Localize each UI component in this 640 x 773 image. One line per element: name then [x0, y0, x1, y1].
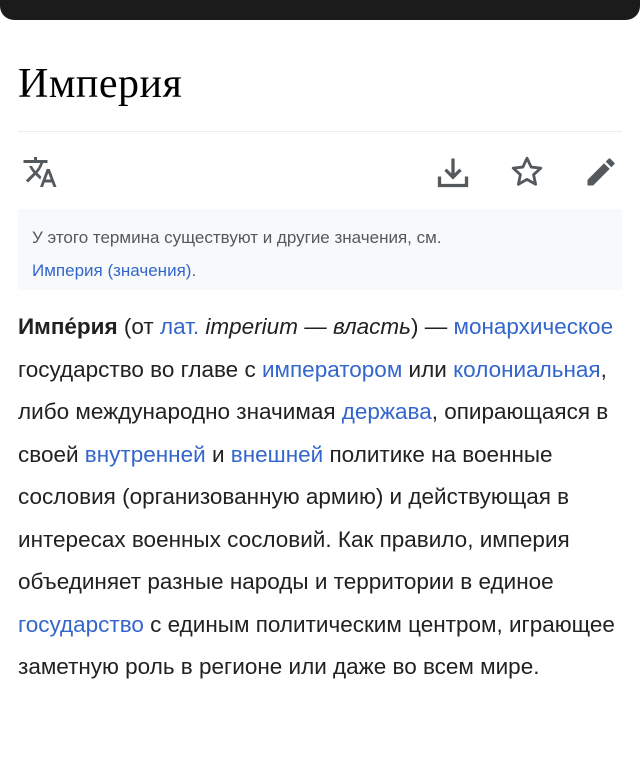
title-divider — [18, 131, 622, 132]
link-internal-policy[interactable]: внутренней — [85, 442, 206, 467]
article-term: Импе́рия — [18, 314, 118, 339]
link-external-policy[interactable]: внешней — [231, 442, 323, 467]
download-button[interactable] — [433, 152, 473, 192]
latin-etymology: imperium — власть — [199, 314, 411, 339]
hatnote-link[interactable]: Империя (значения) — [32, 261, 191, 280]
hatnote-period: . — [191, 261, 197, 280]
page-title: Империя — [18, 61, 183, 107]
link-emperor[interactable]: императором — [262, 357, 402, 382]
watch-star-button[interactable] — [507, 152, 547, 192]
lead-paragraph: Импе́рия (от лат. imperium — власть) — м… — [18, 306, 628, 689]
hatnote-text: У этого термина существуют и другие знач… — [32, 228, 442, 247]
text-run: государство во главе с — [18, 356, 262, 382]
disambiguation-hatnote: У этого термина существуют и другие знач… — [18, 209, 622, 290]
text-run: ) — — [410, 314, 454, 339]
language-translate-icon — [23, 157, 57, 187]
star-icon — [511, 156, 543, 186]
link-colonial[interactable]: колониальная — [453, 357, 601, 382]
text-run: и — [205, 441, 231, 467]
edit-button[interactable] — [581, 152, 621, 192]
link-great-power[interactable]: держава — [342, 399, 432, 424]
download-icon — [437, 158, 469, 188]
link-state[interactable]: государство — [18, 612, 144, 637]
status-bar — [0, 0, 640, 20]
text-run: или — [402, 356, 454, 382]
text-run: (от — [117, 314, 160, 339]
link-monarchical[interactable]: монархическое — [453, 314, 613, 339]
link-latin[interactable]: лат. — [160, 314, 199, 339]
pencil-edit-icon — [587, 158, 615, 186]
article-body: Импе́рия (от лат. imperium — власть) — м… — [18, 306, 628, 689]
language-button[interactable] — [20, 152, 60, 192]
